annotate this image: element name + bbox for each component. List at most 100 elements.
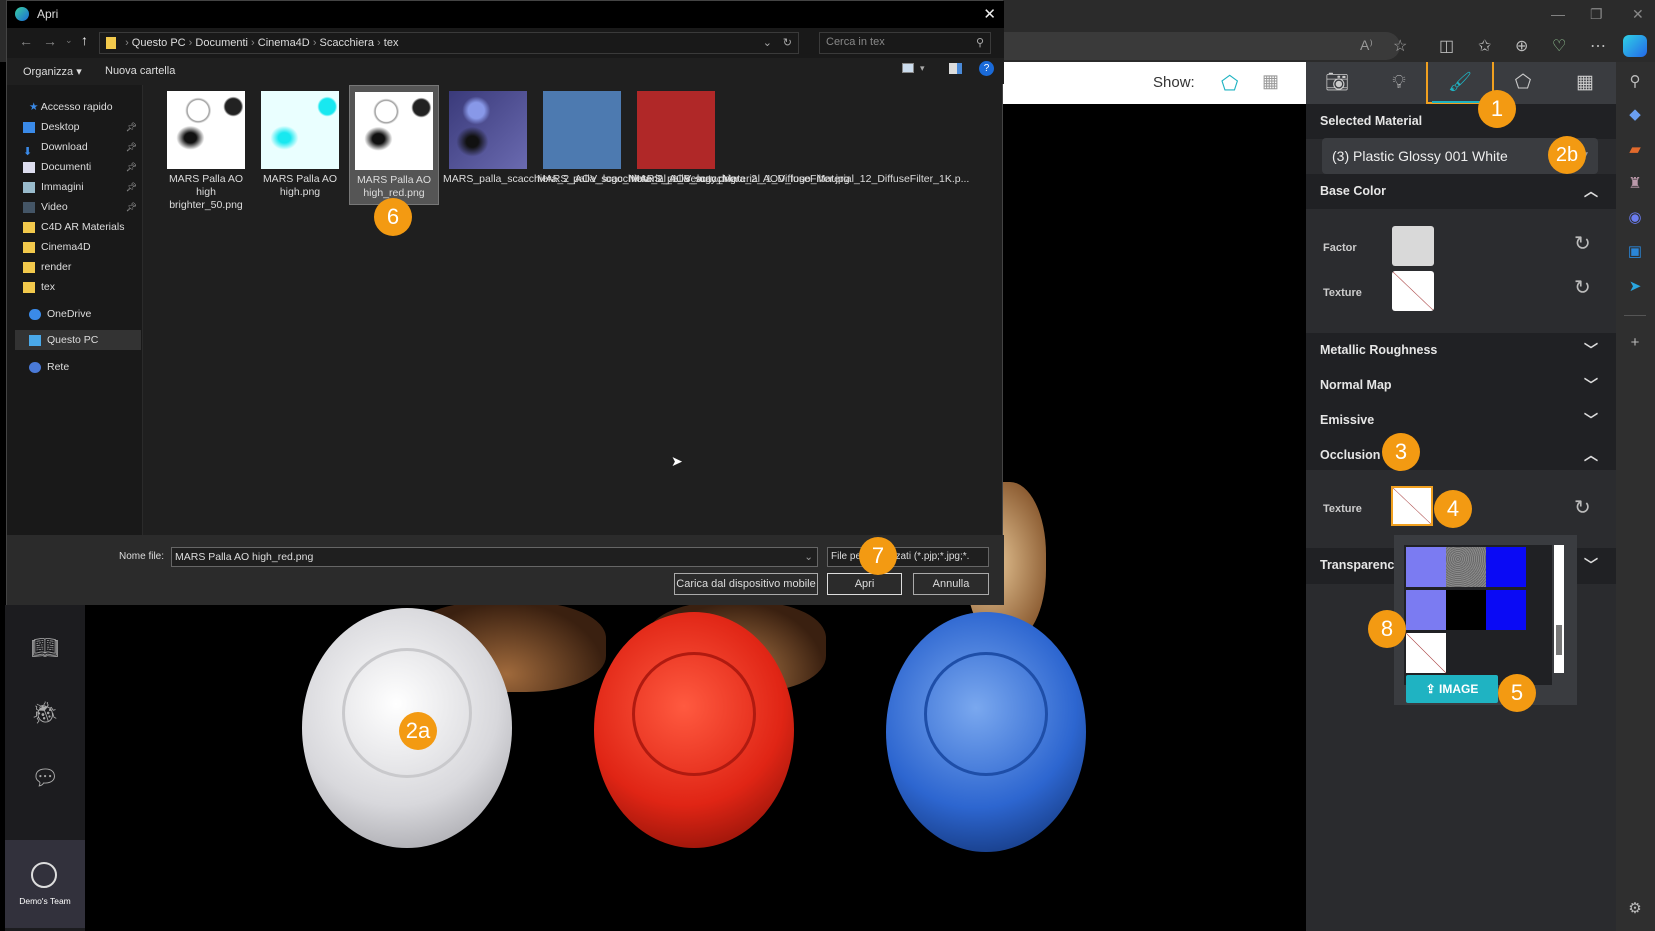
nav-item-desktop[interactable]: Desktop 📌︎ — [23, 117, 141, 137]
collections-icon[interactable]: ⊕ — [1515, 36, 1528, 56]
chat-icon[interactable]: 💬︎ — [28, 765, 62, 799]
filename-input[interactable]: MARS Palla AO high_red.png ⌄ — [171, 547, 818, 567]
upload-from-mobile-button[interactable]: Carica dal dispositivo mobile — [674, 573, 818, 595]
breadcrumb-item[interactable]: Documenti — [195, 37, 248, 49]
section-metallic-roughness[interactable]: Metallic Roughness ﹀ — [1306, 333, 1616, 368]
tab-lighting[interactable]: 💡︎ — [1368, 62, 1430, 104]
tab-camera[interactable]: 📷︎ — [1306, 62, 1368, 104]
breadcrumb[interactable]: › Questo PC › Documenti › Cinema4D › Sca… — [99, 32, 799, 54]
docs-book-icon[interactable]: 📖︎ — [28, 635, 62, 669]
view-dropdown-icon[interactable]: ▾ — [920, 63, 925, 74]
occlusion-texture-swatch[interactable] — [1391, 486, 1433, 526]
file-item-selected[interactable]: MARS Palla AO high_red.png — [349, 85, 439, 205]
nav-network[interactable]: Rete — [29, 357, 147, 377]
breadcrumb-item[interactable]: tex — [384, 37, 399, 49]
blue-ball[interactable] — [886, 612, 1086, 852]
show-scene-icon[interactable]: ▦ — [1262, 71, 1279, 92]
scrollbar-thumb[interactable] — [1556, 625, 1562, 655]
section-occlusion[interactable]: Occlusion ︿ — [1306, 438, 1616, 470]
up-arrow-icon[interactable]: ↑ — [81, 32, 88, 48]
filetype-select[interactable]: File personalizzati (*.pjp;*.jpg;*. — [827, 547, 989, 567]
breadcrumb-item[interactable]: Scacchiera — [320, 37, 374, 49]
help-icon[interactable]: ? — [979, 61, 994, 76]
browser-essentials-icon[interactable]: ♡ — [1552, 36, 1566, 56]
picker-scrollbar[interactable] — [1554, 545, 1564, 673]
chevron-down-icon[interactable]: ⌄ — [763, 33, 772, 53]
file-item[interactable]: MARS Palla AO high brighter_50.png — [161, 85, 251, 212]
base-texture-swatch[interactable] — [1392, 271, 1434, 311]
restore-button[interactable]: ❐ — [1590, 6, 1603, 23]
split-screen-icon[interactable]: ◫ — [1439, 36, 1454, 56]
nav-this-pc[interactable]: Questo PC — [15, 330, 141, 350]
forward-arrow-icon[interactable]: → — [43, 33, 57, 49]
nav-item-render[interactable]: render — [23, 257, 141, 277]
nav-item-documents[interactable]: Documenti 📌︎ — [23, 157, 141, 177]
favorite-star-icon[interactable]: ☆ — [1393, 36, 1407, 56]
texture-option[interactable] — [1446, 590, 1486, 630]
factor-color-swatch[interactable] — [1392, 226, 1434, 266]
nav-onedrive[interactable]: OneDrive — [29, 304, 147, 324]
file-item[interactable]: MARS_palla_scacchiera_2_AOV_logo_Materia… — [631, 85, 969, 186]
cancel-button[interactable]: Annulla — [913, 573, 989, 595]
search-input[interactable]: Cerca in tex ⚲ — [819, 32, 991, 54]
back-arrow-icon[interactable]: ← — [19, 33, 33, 49]
search-icon[interactable]: ⚲ — [1624, 71, 1646, 93]
bug-report-icon[interactable]: 🐞︎ — [28, 700, 62, 734]
close-dialog-button[interactable]: ✕ — [983, 1, 996, 28]
nav-item-pictures[interactable]: Immagini 📌︎ — [23, 177, 141, 197]
nav-item-tex[interactable]: tex — [23, 277, 141, 297]
file-item[interactable]: MARS_palla_scacchiera_2_AOV_logo_Materia… — [537, 85, 850, 186]
file-item[interactable]: MARS Palla AO high.png — [255, 85, 345, 199]
texture-option-none[interactable] — [1406, 633, 1446, 673]
texture-option[interactable] — [1486, 547, 1526, 587]
team-button[interactable]: Demo's Team — [5, 840, 85, 928]
copilot-icon[interactable] — [1623, 35, 1647, 57]
file-item[interactable]: MARS_palla_scacchiera_2_AOV_logo_Materia… — [443, 85, 736, 186]
texture-option[interactable] — [1406, 547, 1446, 587]
red-ball[interactable] — [594, 612, 794, 848]
more-icon[interactable]: ⋯ — [1590, 36, 1606, 56]
section-emissive[interactable]: Emissive ﹀ — [1306, 403, 1616, 438]
shopping-tag-icon[interactable]: ◆ — [1624, 104, 1646, 126]
upload-image-button[interactable]: ⇪ IMAGE — [1406, 675, 1498, 703]
address-bar[interactable]: A⁾ ☆ — [1000, 32, 1407, 60]
breadcrumb-item[interactable]: Cinema4D — [258, 37, 310, 49]
minimize-button[interactable]: — — [1551, 6, 1565, 22]
settings-icon[interactable]: ⚙ — [1624, 898, 1646, 920]
occlusion-title: Occlusion — [1320, 448, 1381, 462]
section-normal-map[interactable]: Normal Map ﹀ — [1306, 368, 1616, 403]
close-browser-button[interactable]: ✕ — [1632, 6, 1644, 23]
show-tags-icon[interactable]: ⬠ — [1221, 71, 1238, 96]
reset-occlusion-icon[interactable]: ↻ — [1574, 495, 1591, 520]
base-color-heading[interactable]: Base Color ︿ — [1306, 174, 1616, 209]
reset-texture-icon[interactable]: ↻ — [1574, 275, 1591, 300]
games-icon[interactable]: ♜ — [1624, 173, 1646, 195]
breadcrumb-item[interactable]: Questo PC — [132, 37, 186, 49]
outlook-icon[interactable]: ▣ — [1624, 241, 1646, 263]
tab-scene[interactable]: ▦ — [1554, 62, 1616, 104]
open-button[interactable]: Apri — [827, 573, 902, 595]
filename-value: MARS Palla AO high_red.png — [175, 551, 314, 563]
nav-item-cinema4d[interactable]: Cinema4D — [23, 237, 141, 257]
texture-option[interactable] — [1486, 590, 1526, 630]
organize-button[interactable]: Organizza ▾ — [23, 65, 82, 78]
telegram-icon[interactable]: ➤ — [1624, 276, 1646, 298]
copilot-app-icon[interactable]: ◉ — [1624, 207, 1646, 229]
texture-option[interactable] — [1406, 590, 1446, 630]
add-icon[interactable]: + — [1624, 332, 1646, 354]
favorites-list-icon[interactable]: ✩ — [1478, 36, 1491, 56]
nav-quick-access[interactable]: ★ Accesso rapido — [29, 97, 147, 117]
nav-item-c4d-ar-materials[interactable]: C4D AR Materials — [23, 217, 141, 237]
new-folder-button[interactable]: Nuova cartella — [105, 65, 175, 77]
preview-pane-icon[interactable] — [949, 63, 962, 74]
tools-icon[interactable]: ▰ — [1624, 139, 1646, 161]
texture-option[interactable] — [1446, 547, 1486, 587]
refresh-icon[interactable]: ↻ — [783, 33, 792, 53]
nav-item-video[interactable]: Video 📌︎ — [23, 197, 141, 217]
recent-dropdown-icon[interactable]: ⌄ — [65, 35, 73, 46]
reset-factor-icon[interactable]: ↻ — [1574, 231, 1591, 256]
nav-item-download[interactable]: ⬇ Download 📌︎ — [23, 137, 141, 158]
chevron-down-icon[interactable]: ⌄ — [804, 548, 813, 566]
view-options-icon[interactable] — [902, 63, 914, 73]
read-aloud-icon[interactable]: A⁾ — [1360, 37, 1373, 54]
